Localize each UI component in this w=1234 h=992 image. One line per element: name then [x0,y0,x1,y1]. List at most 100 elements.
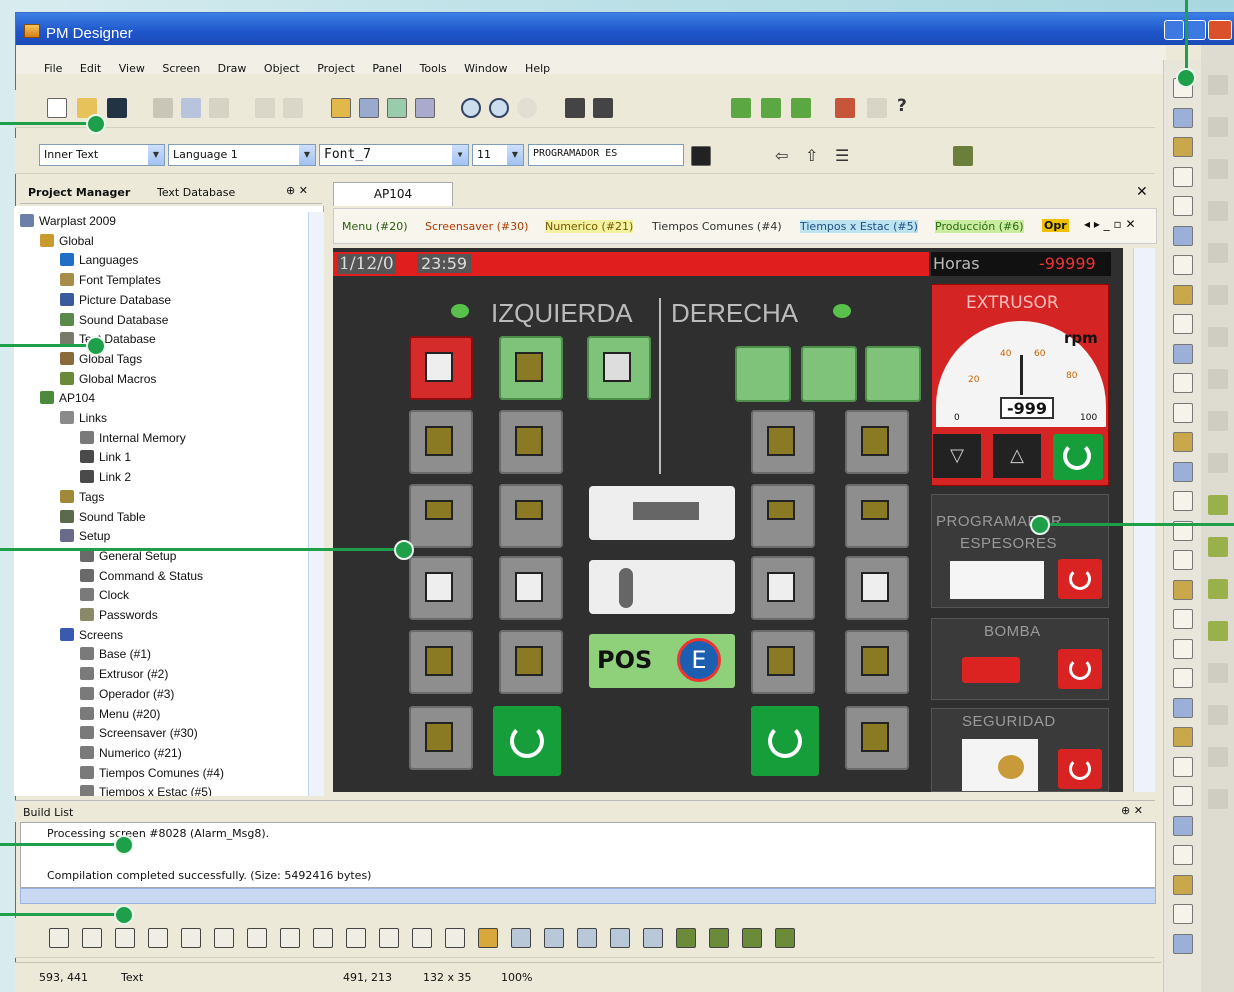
tree-item[interactable]: Warplast 2009 [20,212,116,230]
hmi-btn-14[interactable] [845,484,909,548]
editor-scrollbar[interactable] [1133,248,1155,792]
color-picker-icon[interactable] [691,146,711,166]
ruler-tool-icon[interactable] [511,928,531,948]
tree-item[interactable]: Font Templates [60,271,161,289]
pos-e-button[interactable]: POS E [589,634,735,688]
object-tool-icon[interactable] [1173,373,1193,393]
object-tool-icon[interactable] [1173,697,1193,718]
screen-tab-tiempos-comunes[interactable]: Tiempos Comunes (#4) [652,220,782,233]
object-tool-icon[interactable] [1173,786,1193,806]
text-tool-icon[interactable] [544,928,564,948]
screen-tab-screensaver[interactable]: Screensaver (#30) [425,220,528,233]
tree-item[interactable]: Extrusor (#2) [80,665,168,683]
panel-pin-close-icon[interactable]: ⊕ ✕ [286,184,308,197]
build-list-close-icon[interactable]: ⊕ ✕ [1121,804,1143,817]
tree-item[interactable]: Sound Table [60,508,146,526]
close-button[interactable] [1208,20,1232,40]
tree-item[interactable]: Links [60,409,107,427]
polygon-tool-icon[interactable] [313,928,333,948]
pie-tool-icon[interactable] [445,928,465,948]
tree-item[interactable]: Numerico (#21) [80,744,182,762]
secondary-tool-icon[interactable] [1208,579,1228,599]
object-tool-icon[interactable] [1173,432,1193,452]
menu-window[interactable]: Window [464,62,507,75]
new-icon[interactable] [47,98,67,118]
tree-item[interactable]: Menu (#20) [80,705,160,723]
programador-power-button[interactable] [1058,559,1102,599]
zoom-disabled-icon[interactable] [517,98,537,118]
menu-panel[interactable]: Panel [372,62,402,75]
transfer-icon[interactable] [835,98,855,118]
object-tool-icon[interactable] [1173,314,1193,334]
menu-screen[interactable]: Screen [162,62,200,75]
polyline-tool-icon[interactable] [181,928,201,948]
screen-tab-tiempos-estac[interactable]: Tiempos x Estac (#5) [800,220,918,233]
object-tool-icon[interactable] [1173,609,1193,629]
rect-tool-icon[interactable] [214,928,234,948]
scale-tool-icon[interactable] [478,928,498,948]
menu-project[interactable]: Project [317,62,355,75]
hline-tool-icon[interactable] [115,928,135,948]
right-cycle-start-button[interactable] [751,706,819,776]
tree-item[interactable]: Internal Memory [80,429,186,447]
menu-tools[interactable]: Tools [420,62,447,75]
secondary-tool-icon[interactable] [1208,201,1228,221]
order-tool-icon[interactable] [775,928,795,948]
group-tool-icon[interactable] [709,928,729,948]
dot-tool-icon[interactable] [49,928,69,948]
secondary-tool-icon[interactable] [1208,537,1228,557]
screen-open-icon[interactable] [359,98,379,118]
left-cycle-start-button[interactable] [493,706,561,776]
hmi-btn-24[interactable] [845,706,909,770]
bitmap-icon[interactable] [953,146,973,166]
menu-view[interactable]: View [119,62,145,75]
ellipse-tool-icon[interactable] [379,928,399,948]
tree-item[interactable]: Picture Database [60,291,171,309]
text-input[interactable]: PROGRAMADOR ES [528,144,684,166]
tab-project-manager[interactable]: Project Manager [28,186,130,199]
hmi-btn-15[interactable] [409,556,473,620]
print-icon[interactable] [867,98,887,118]
menu-help[interactable]: Help [525,62,550,75]
hmi-btn-12[interactable] [499,484,563,548]
object-tool-icon[interactable] [1173,815,1193,836]
tree-item[interactable]: Operador (#3) [80,685,174,703]
undo-icon[interactable] [255,98,275,118]
hmi-btn-22[interactable] [845,630,909,694]
object-tool-icon[interactable] [1173,196,1193,216]
hmi-btn-2[interactable] [499,336,563,400]
hmi-btn-20[interactable] [499,630,563,694]
secondary-tool-icon[interactable] [1208,663,1228,683]
hmi-btn-9[interactable] [751,410,815,474]
screen-tab-numerico[interactable]: Numerico (#21) [545,220,634,233]
download-icon[interactable] [761,98,781,118]
zoom-in-icon[interactable] [461,98,481,118]
hmi-btn-11[interactable] [409,484,473,548]
secondary-tool-icon[interactable] [1208,495,1228,515]
secondary-tool-icon[interactable] [1208,117,1228,137]
secondary-tool-icon[interactable] [1208,411,1228,431]
object-tool-icon[interactable] [1173,137,1193,157]
secondary-tool-icon[interactable] [1208,159,1228,179]
tree-scrollbar[interactable] [308,212,324,796]
hmi-btn-10[interactable] [845,410,909,474]
tree-item[interactable]: AP104 [40,389,95,407]
ungroup-tool-icon[interactable] [742,928,762,948]
align-justify-icon[interactable]: ☰ [835,146,849,165]
hmi-btn-21[interactable] [751,630,815,694]
hmi-btn-1[interactable] [409,336,473,400]
size-select[interactable]: 11 ▼ [472,144,524,166]
tree-item[interactable]: Screensaver (#30) [80,724,198,742]
rpm-down-button[interactable]: ▽ [933,434,981,478]
hmi-btn-23[interactable] [409,706,473,770]
menu-edit[interactable]: Edit [80,62,101,75]
tree-item[interactable]: Setup [60,527,110,545]
vline-tool-icon[interactable] [148,928,168,948]
screen-tab-produccion[interactable]: Producción (#6) [935,220,1024,233]
hmi-btn-5[interactable] [801,346,857,402]
minimize-button[interactable] [1164,20,1184,40]
font-select[interactable]: Font_7 ▼ [319,144,469,166]
tab-text-database[interactable]: Text Database [157,186,235,199]
object-tool-icon[interactable] [1173,255,1193,275]
roundrect-tool-icon[interactable] [247,928,267,948]
